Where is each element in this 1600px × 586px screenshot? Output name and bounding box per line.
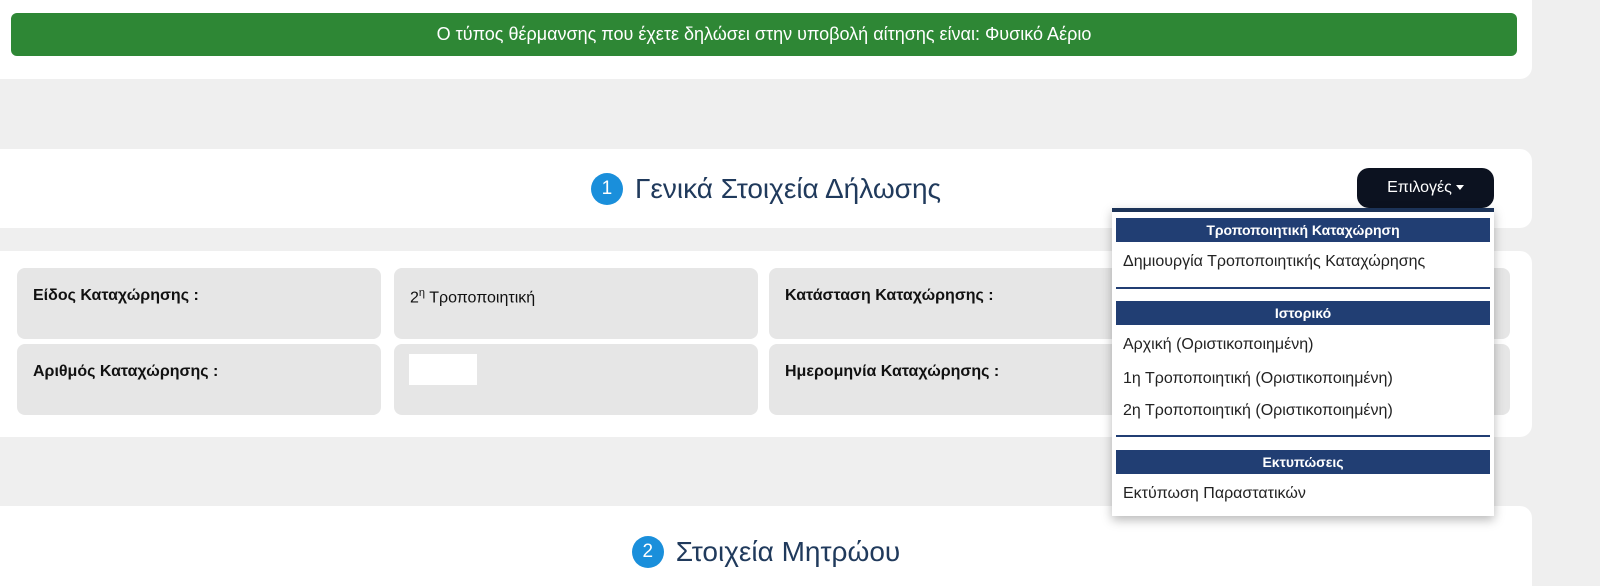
menu-divider	[1116, 435, 1490, 437]
entry-number-label: Αριθμός Καταχώρησης :	[17, 344, 381, 415]
menu-header-prints: Εκτυπώσεις	[1116, 450, 1490, 474]
entry-type-value: 2η Τροποποιητική	[394, 268, 758, 339]
entry-status-label-text: Κατάσταση Καταχώρησης :	[785, 287, 994, 304]
options-dropdown-menu: Τροποποιητική Καταχώρηση Δημιουργία Τροπ…	[1112, 208, 1494, 516]
entry-type-ordinal: 2	[410, 289, 419, 307]
menu-header-history: Ιστορικό	[1116, 301, 1490, 325]
heating-type-alert: Ο τύπος θέρμανσης που έχετε δηλώσει στην…	[11, 13, 1517, 56]
menu-item-history-amendment-1[interactable]: 1η Τροποποιητική (Οριστικοποιημένη)	[1123, 370, 1393, 388]
entry-type-label: Είδος Καταχώρησης :	[17, 268, 381, 339]
section-registry-header: 2 Στοιχεία Μητρώου	[0, 506, 1532, 586]
options-dropdown-button[interactable]: Επιλογές	[1357, 168, 1494, 208]
entry-date-label-text: Ημερομηνία Καταχώρησης :	[785, 363, 1000, 380]
section-registry-title: Στοιχεία Μητρώου	[675, 536, 901, 567]
menu-item-create-amendment[interactable]: Δημιουργία Τροποποιητικής Καταχώρησης	[1123, 253, 1425, 271]
menu-item-history-amendment-2[interactable]: 2η Τροποποιητική (Οριστικοποιημένη)	[1123, 402, 1393, 420]
caret-down-icon	[1455, 185, 1464, 191]
section-number-badge: 1	[590, 173, 623, 205]
heating-alert-card: Ο τύπος θέρμανσης που έχετε δηλώσει στην…	[0, 0, 1532, 79]
redacted-number-box	[409, 354, 477, 385]
entry-date-label: Ημερομηνία Καταχώρησης :	[769, 344, 1133, 415]
section-number-badge: 2	[631, 536, 664, 568]
menu-item-print-documents[interactable]: Εκτύπωση Παραστατικών	[1123, 485, 1306, 503]
menu-header-amendment: Τροποποιητική Καταχώρηση	[1116, 218, 1490, 242]
entry-type-value-text: 2η Τροποποιητική	[410, 287, 535, 307]
menu-divider	[1116, 287, 1490, 289]
entry-number-label-text: Αριθμός Καταχώρησης :	[33, 363, 219, 380]
menu-top-border	[1112, 208, 1494, 212]
entry-type-name: Τροποποιητική	[425, 289, 536, 307]
section-registry-title-row: 2 Στοιχεία Μητρώου	[0, 534, 1532, 570]
entry-type-label-text: Είδος Καταχώρησης :	[33, 287, 199, 304]
section-general-title-row: 1 Γενικά Στοιχεία Δήλωσης	[0, 171, 1532, 207]
section-general-title: Γενικά Στοιχεία Δήλωσης	[634, 173, 942, 204]
entry-number-value	[394, 344, 758, 415]
entry-status-label: Κατάσταση Καταχώρησης :	[769, 268, 1133, 339]
options-button-label: Επιλογές	[1387, 179, 1452, 196]
menu-item-history-original[interactable]: Αρχική (Οριστικοποιημένη)	[1123, 336, 1313, 354]
